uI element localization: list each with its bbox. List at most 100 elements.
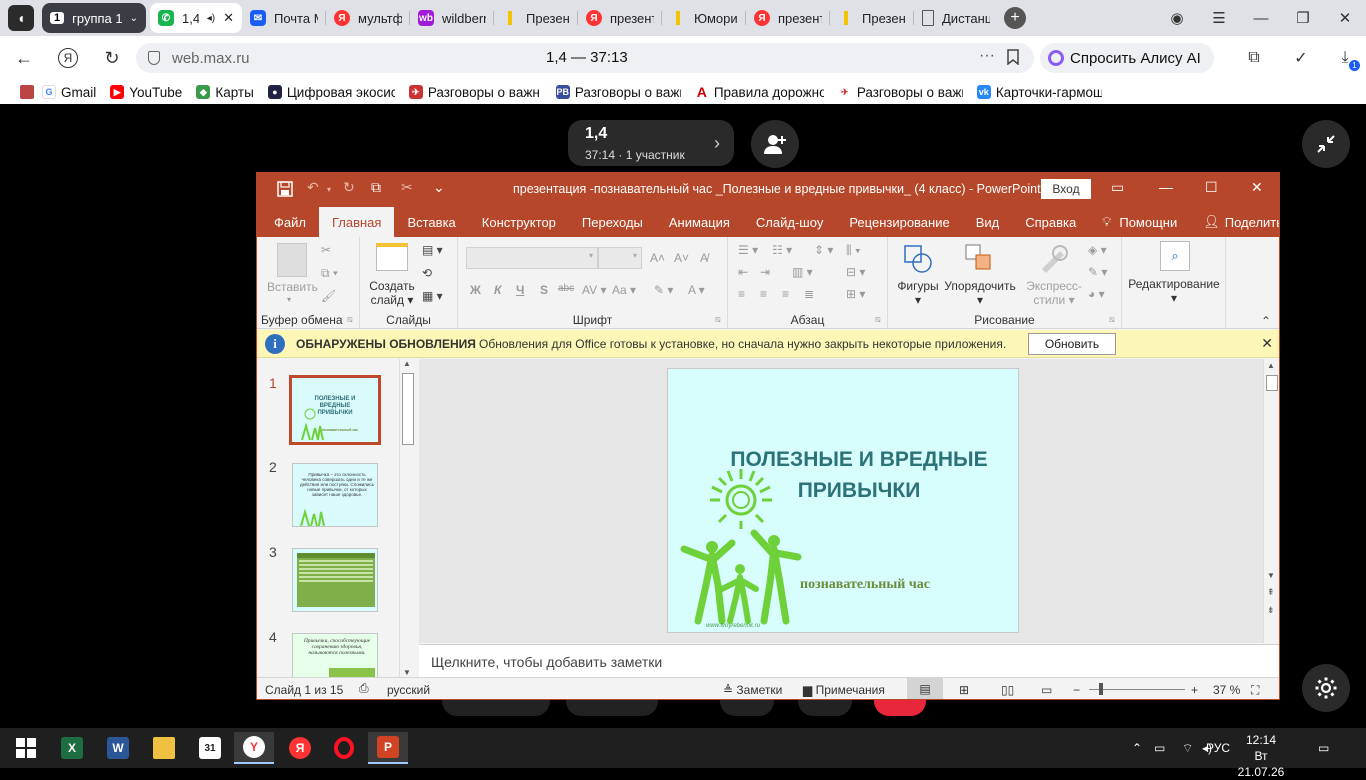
tab-slideshow[interactable]: Слайд-шоу (743, 207, 836, 237)
align-center-icon[interactable]: ≡ (760, 287, 767, 301)
profile-icon[interactable]: ◉ (1156, 0, 1198, 36)
smartart-icon[interactable]: ⊞ ▾ (846, 287, 865, 301)
notes-toggle[interactable]: ≜ Заметки (723, 683, 782, 697)
update-button[interactable]: Обновить (1028, 333, 1116, 355)
cut-icon[interactable]: ✂ (401, 179, 413, 196)
ribbon-display-icon[interactable]: ▭ (1111, 179, 1124, 196)
increase-indent-icon[interactable]: ⇥ (760, 265, 770, 279)
format-painter-icon[interactable]: 🖌︎ (321, 289, 336, 303)
reset-icon[interactable]: ⟲ (422, 266, 432, 280)
taskbar-yandex-browser[interactable]: Y (234, 732, 274, 764)
change-case-icon[interactable]: Aa ▾ (612, 283, 636, 297)
customize-qat-icon[interactable]: ⌄ (433, 179, 445, 196)
slide-thumbnail-3[interactable] (292, 548, 378, 612)
clear-formatting-icon[interactable]: A̸ (700, 251, 708, 265)
ask-alice-button[interactable]: Спросить Алису AI (1040, 43, 1214, 73)
fit-to-window-icon[interactable]: ⛶ (1251, 683, 1259, 698)
redo-icon[interactable]: ↻ (343, 179, 355, 196)
bookmark-talks-3[interactable]: ✈ Разговоры о важн (838, 85, 963, 100)
taskbar-excel[interactable]: X (52, 732, 92, 764)
slide-scroll-thumb[interactable] (1266, 375, 1278, 391)
underline-icon[interactable]: Ч (516, 283, 524, 297)
tab-presentation-2[interactable]: Презен (830, 3, 914, 33)
bookmark-icon[interactable] (1006, 49, 1020, 65)
char-spacing-icon[interactable]: AV ▾ (582, 283, 606, 297)
omnibox[interactable]: web.max.ru 1,4 — 37:13 ··· (136, 43, 1034, 73)
tab-file[interactable]: Файл (261, 207, 319, 237)
new-slide-icon[interactable] (376, 243, 408, 271)
call-info-pill[interactable]: 1,4 37:14 · 1 участник › (568, 120, 734, 166)
justify-icon[interactable]: ≣ (804, 287, 814, 301)
italic-icon[interactable]: К (494, 283, 501, 297)
tab-insert[interactable]: Вставка (394, 207, 468, 237)
paste-button[interactable]: Вставить (267, 280, 318, 294)
tab-animations[interactable]: Анимация (656, 207, 743, 237)
shape-outline-icon[interactable]: ✎ ▾ (1088, 265, 1107, 279)
close-icon[interactable]: ✕ (1324, 0, 1366, 36)
sign-in-button[interactable]: Вход (1041, 179, 1091, 199)
network-icon[interactable]: ⌔ (1182, 728, 1193, 768)
close-notice-icon[interactable]: ✕ (1261, 335, 1273, 352)
collections-icon[interactable]: ⧉ (1243, 47, 1265, 69)
ppt-close-icon[interactable]: ✕ (1251, 179, 1263, 196)
slideshow-view-icon[interactable]: ▭ (1041, 683, 1052, 697)
slide-edit-area[interactable]: ПОЛЕЗНЫЕ И ВРЕДНЫЕ ПРИВЫЧКИ познавательн… (419, 359, 1279, 643)
bookmark-talks-2[interactable]: PB Разговоры о важн (555, 85, 681, 100)
new-slide-button[interactable]: Создать слайд ▾ (366, 279, 418, 307)
tab-yandex-1[interactable]: Я мультф (326, 3, 410, 33)
tab-group-1[interactable]: 1 группа 1 ⌄ (42, 3, 146, 33)
bookmark-traffic-rules[interactable]: A Правила дорожно (695, 84, 824, 100)
font-name-box[interactable]: ▾ (466, 247, 598, 269)
new-tab-button[interactable]: + (1004, 7, 1026, 29)
comments-toggle[interactable]: ▆ Примечания (803, 683, 885, 697)
thumbnails-scrollbar[interactable]: ▲ ▼ (399, 359, 415, 677)
shapes-button[interactable]: Фигуры ▾ (890, 279, 946, 307)
arrange-icon[interactable] (964, 243, 994, 273)
taskbar-powerpoint[interactable]: P (368, 732, 408, 764)
paste-icon[interactable] (277, 243, 307, 277)
scroll-thumb[interactable] (402, 373, 414, 445)
slide-title[interactable]: ПОЛЕЗНЫЕ И ВРЕДНЫЕ ПРИВЫЧКИ (704, 444, 1014, 506)
extensions-icon[interactable]: ✓ (1290, 47, 1312, 69)
layout-icon[interactable]: ▤ ▾ (422, 243, 443, 257)
increase-font-icon[interactable]: A˄ (650, 251, 665, 265)
paragraph-dialog-icon[interactable]: ⧅ (875, 314, 881, 325)
more-icon[interactable]: ··· (979, 47, 995, 65)
tab-yandex-2[interactable]: Я презент (578, 3, 662, 33)
slide-scrollbar[interactable]: ▲ ▼ ⇞ ⇟ (1263, 359, 1279, 643)
tab-mail[interactable]: ✉ Почта M (242, 3, 326, 33)
arrange-button[interactable]: Упорядочить ▾ (942, 279, 1018, 307)
language-indicator[interactable]: русский (387, 683, 430, 697)
bullets-icon[interactable]: ☰ ▾ (738, 243, 758, 257)
shapes-icon[interactable] (902, 243, 934, 275)
zoom-slider-thumb[interactable] (1099, 683, 1103, 695)
tab-home[interactable]: Главная (318, 207, 395, 237)
font-size-box[interactable]: ▾ (598, 247, 642, 269)
taskbar-calendar-app[interactable]: 31 (190, 732, 230, 764)
quick-styles-icon[interactable] (1038, 243, 1068, 273)
tab-review[interactable]: Рецензирование (836, 207, 962, 237)
font-color-icon[interactable]: A ▾ (688, 283, 705, 297)
tab-wildberries[interactable]: wb wildberr (410, 3, 494, 33)
zoom-in-icon[interactable]: + (1191, 683, 1198, 697)
bold-icon[interactable]: Ж (470, 283, 481, 297)
settings-button[interactable] (1302, 664, 1350, 712)
slide-thumbnail-2[interactable]: Привычка – это склонность человека совер… (292, 463, 378, 527)
slideshow-from-start-icon[interactable]: ⧉ (371, 179, 381, 196)
decrease-font-icon[interactable]: A˅ (674, 251, 689, 265)
minimize-icon[interactable]: — (1240, 0, 1282, 36)
tab-max-call[interactable]: ✆ 1,4 ◂) ✕ (150, 3, 242, 33)
taskbar-opera[interactable] (324, 732, 364, 764)
tab-presentation-1[interactable]: Презент (494, 3, 578, 33)
reading-view-icon[interactable]: ▯▯ (1001, 683, 1014, 697)
bookmark-maps[interactable]: ◆ Карты (196, 85, 254, 100)
slide-sorter-icon[interactable]: ⊞ (959, 683, 969, 697)
bookmark-talks-1[interactable]: ✈ Разговоры о важн (408, 85, 542, 100)
undo-dropdown-icon[interactable]: ▾ (327, 185, 331, 194)
bookmark-digital[interactable]: ● Цифровая экосис (267, 85, 395, 100)
reload-icon[interactable]: ↻ (100, 46, 124, 70)
yandex-home-icon[interactable]: Я (56, 46, 80, 70)
bookmark-gmail[interactable]: G Gmail (42, 85, 96, 100)
find-icon[interactable]: ⌕ (1160, 241, 1190, 271)
line-spacing-icon[interactable]: ⇕ ▾ (814, 243, 833, 257)
